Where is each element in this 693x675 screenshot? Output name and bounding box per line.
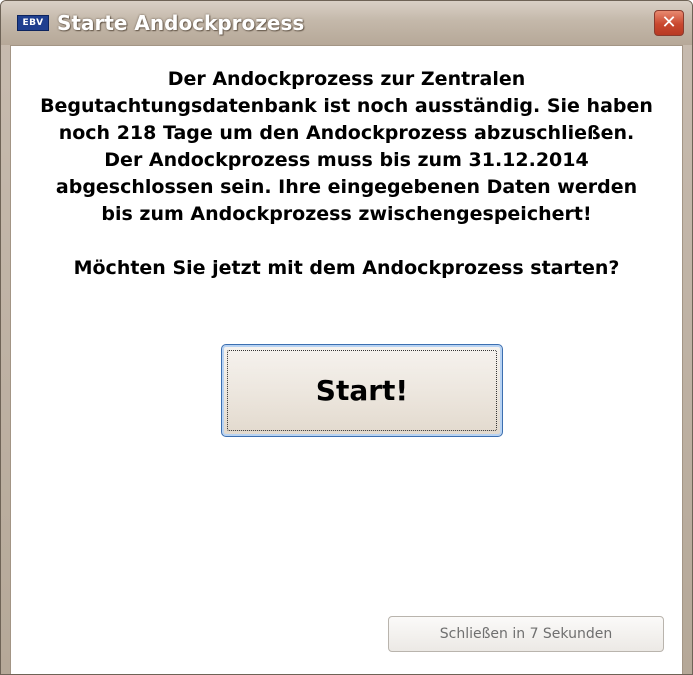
- window-title: Starte Andockprozess: [57, 11, 305, 35]
- start-question: Möchten Sie jetzt mit dem Andockprozess …: [73, 257, 620, 279]
- message-line: Der Andockprozess muss bis zum 31.12.201…: [104, 149, 589, 171]
- focus-ring: [227, 350, 497, 431]
- info-message: Der Andockprozess zur Zentralen Begutach…: [11, 66, 682, 228]
- message-line: bis zum Andockprozess zwischengespeicher…: [101, 203, 592, 225]
- close-countdown-button[interactable]: Schließen in 7 Sekunden: [388, 616, 664, 652]
- title-bar[interactable]: EBV Starte Andockprozess ✕: [1, 1, 692, 45]
- message-line: Begutachtungsdatenbank ist noch ausständ…: [40, 95, 653, 117]
- close-icon[interactable]: ✕: [654, 10, 684, 36]
- message-line: Der Andockprozess zur Zentralen: [167, 68, 526, 90]
- message-line: abgeschlossen sein. Ihre eingegebenen Da…: [55, 176, 638, 198]
- dialog-window: EBV Starte Andockprozess ✕ Der Andockpro…: [0, 0, 693, 675]
- dialog-content: Der Andockprozess zur Zentralen Begutach…: [10, 45, 683, 674]
- start-button[interactable]: Start!: [221, 344, 503, 437]
- message-line: noch 218 Tage um den Andockprozess abzus…: [58, 122, 635, 144]
- ebv-logo-icon: EBV: [17, 15, 49, 31]
